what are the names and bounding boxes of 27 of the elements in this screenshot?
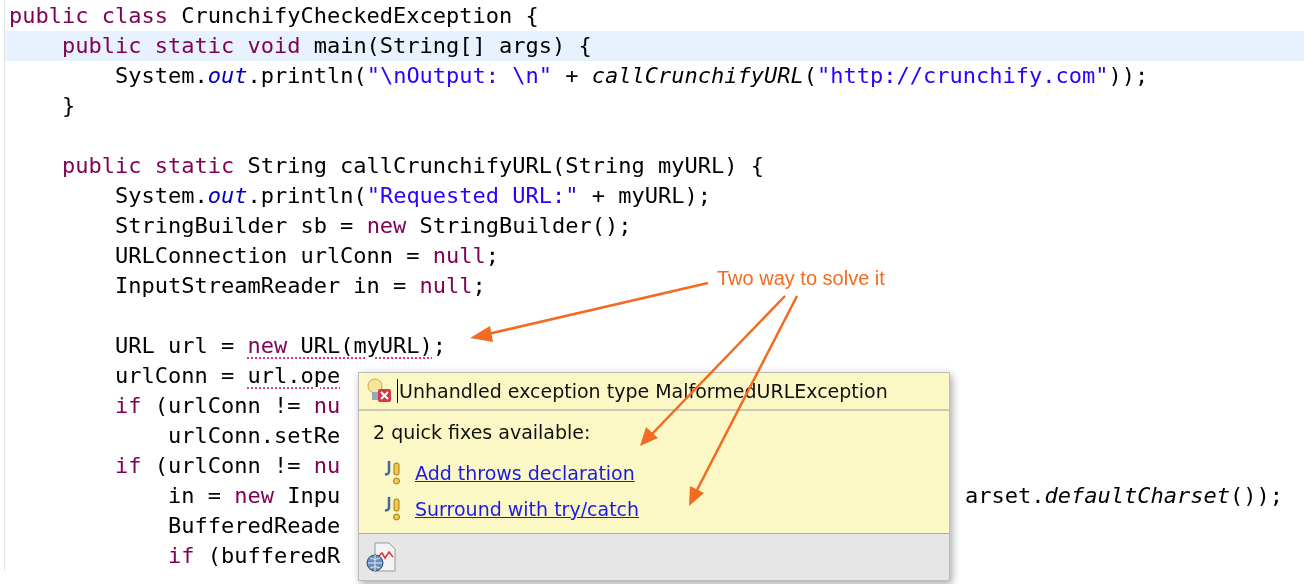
- code-line: InputStreamReader in = null;: [114, 272, 486, 300]
- code-line: arset.defaultCharset());: [965, 482, 1283, 510]
- code-line: public class CrunchifyCheckedException {: [9, 2, 539, 30]
- lightbulb-error-icon: [365, 377, 393, 405]
- code-line: if (urlConn != nu: [114, 452, 341, 480]
- quick-fix-link[interactable]: Add throws declaration: [415, 462, 635, 484]
- code-line: public static String callCrunchifyURL(String myURL) {: [61, 152, 764, 180]
- code-line: urlConn = url.ope: [114, 362, 341, 390]
- code-line: System.out.println("Requested URL:" + myURL);: [114, 182, 711, 210]
- annotation-text: Two way to solve it: [717, 267, 885, 290]
- code-line: }: [61, 92, 76, 120]
- java-fix-icon: [383, 495, 401, 523]
- code-line: if (bufferedR: [167, 542, 341, 570]
- code-line: BufferedReade: [167, 512, 341, 540]
- quick-fix-link[interactable]: Surround with try/catch: [415, 498, 640, 520]
- text-cursor: [397, 379, 398, 403]
- code-line: StringBuilder sb = new StringBuilder();: [114, 212, 632, 240]
- code-line: if (urlConn != nu: [114, 392, 341, 420]
- code-line: System.out.println("\nOutput: \n" + callCrunchifyURL("http://crunchify.com"));: [114, 62, 1149, 90]
- code-line: URL url = new URL(myURL);: [114, 332, 447, 360]
- code-line: urlConn.setRe: [167, 422, 341, 450]
- code-line: in = new Inpu: [167, 482, 341, 510]
- document-globe-icon[interactable]: [365, 541, 397, 573]
- code-line: URLConnection urlConn = null;: [114, 242, 500, 270]
- quick-fixes-heading: 2 quick fixes available:: [372, 421, 591, 443]
- code-line: public static void main(String[] args) {: [61, 32, 592, 60]
- java-fix-icon: [383, 459, 401, 487]
